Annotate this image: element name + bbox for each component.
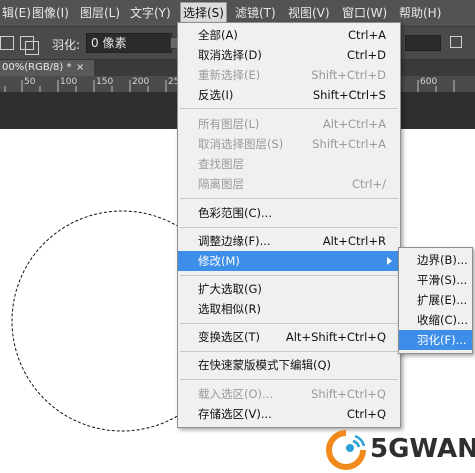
- document-tab[interactable]: 00%(RGB/8) * ×: [0, 60, 94, 76]
- ruler-label: 200: [132, 77, 150, 87]
- menu-item-find-layers[interactable]: 查找图层: [178, 154, 400, 174]
- menu-item-shortcut: Shift+Ctrl+A: [312, 137, 386, 151]
- menu-item-inverse[interactable]: 反选(I) Shift+Ctrl+S: [178, 85, 400, 105]
- menu-item-label: 取消选择图层(S): [198, 137, 284, 151]
- menu-item-shortcut: Alt+Shift+Ctrl+Q: [285, 330, 386, 344]
- submenu-item-contract[interactable]: 收缩(C)...: [399, 310, 472, 330]
- menu-item-label: 隔离图层: [198, 177, 244, 191]
- menu-view[interactable]: 视图(V): [286, 4, 332, 22]
- menu-item-label: 选取相似(R): [198, 302, 261, 316]
- menu-item-deselect-layers[interactable]: 取消选择图层(S) Shift+Ctrl+A: [178, 134, 400, 154]
- menu-item-label: 存储选区(V)...: [198, 407, 272, 421]
- menu-item-label: 修改(M): [198, 254, 240, 268]
- close-tab-icon[interactable]: ×: [76, 60, 84, 76]
- menu-image[interactable]: 图像(I): [30, 4, 71, 22]
- menu-item-shortcut: Ctrl+Q: [346, 407, 386, 421]
- menu-item-shortcut: Ctrl+D: [347, 48, 386, 62]
- menu-item-transform-selection[interactable]: 变换选区(T) Alt+Shift+Ctrl+Q: [178, 327, 400, 347]
- feather-label: 羽化:: [52, 38, 81, 52]
- menu-item-modify[interactable]: 修改(M): [178, 251, 400, 271]
- ruler-label: 100: [60, 77, 78, 87]
- menu-edit[interactable]: 辑(E): [0, 4, 33, 22]
- menu-item-label: 反选(I): [198, 88, 234, 102]
- menu-separator: [180, 379, 398, 380]
- submenu-item-border[interactable]: 边界(B)...: [399, 250, 472, 270]
- menu-item-shortcut: Shift+Ctrl+Q: [311, 387, 386, 401]
- modify-submenu: 边界(B)... 平滑(S)... 扩展(E)... 收缩(C)... 羽化(F…: [398, 247, 473, 354]
- menu-window[interactable]: 窗口(W): [340, 4, 389, 22]
- menu-item-label: 重新选择(E): [198, 68, 261, 82]
- menu-item-shortcut: Alt+Ctrl+R: [322, 234, 386, 248]
- menu-separator: [180, 351, 398, 352]
- submenu-item-label: 羽化(F)...: [417, 333, 467, 347]
- menu-item-label: 调整边缘(F)...: [198, 234, 271, 248]
- menu-separator: [180, 323, 398, 324]
- menu-item-color-range[interactable]: 色彩范围(C)...: [178, 203, 400, 223]
- menu-item-quick-mask[interactable]: 在快速蒙版模式下编辑(Q): [178, 355, 400, 375]
- menu-item-shortcut: Shift+Ctrl+D: [311, 68, 386, 82]
- menu-separator: [180, 198, 398, 199]
- swap-icon[interactable]: [450, 36, 462, 48]
- menu-item-select-all[interactable]: 全部(A) Ctrl+A: [178, 25, 400, 45]
- width-field[interactable]: [405, 35, 441, 51]
- menu-filter[interactable]: 滤镜(T): [233, 4, 278, 22]
- submenu-item-label: 边界(B)...: [417, 253, 468, 267]
- ruler-label: 50: [24, 77, 36, 87]
- menu-item-label: 查找图层: [198, 157, 244, 171]
- menu-item-grow[interactable]: 扩大选取(G): [178, 279, 400, 299]
- menu-item-similar[interactable]: 选取相似(R): [178, 299, 400, 319]
- watermark-logo: 5GWAN: [326, 428, 475, 472]
- menu-item-shortcut: Shift+Ctrl+S: [312, 88, 386, 102]
- logo-icon: [326, 430, 366, 470]
- menu-item-refine-edge[interactable]: 调整边缘(F)... Alt+Ctrl+R: [178, 231, 400, 251]
- menu-item-reselect[interactable]: 重新选择(E) Shift+Ctrl+D: [178, 65, 400, 85]
- select-menu-dropdown: 全部(A) Ctrl+A 取消选择(D) Ctrl+D 重新选择(E) Shif…: [177, 22, 401, 428]
- submenu-item-expand[interactable]: 扩展(E)...: [399, 290, 472, 310]
- menu-item-all-layers[interactable]: 所有图层(L) Alt+Ctrl+A: [178, 114, 400, 134]
- menu-item-label: 载入选区(O)...: [198, 387, 273, 401]
- submenu-item-feather[interactable]: 羽化(F)...: [399, 330, 472, 350]
- add-to-selection-icon-overlay: [25, 41, 39, 55]
- ruler-label: 600: [420, 77, 438, 87]
- menu-select[interactable]: 选择(S): [180, 2, 227, 24]
- menu-layer[interactable]: 图层(L): [78, 4, 122, 22]
- submenu-arrow-icon: [387, 257, 392, 265]
- menu-type[interactable]: 文字(Y): [128, 4, 173, 22]
- menu-item-load-selection[interactable]: 载入选区(O)... Shift+Ctrl+Q: [178, 384, 400, 404]
- menu-separator: [180, 275, 398, 276]
- menu-item-shortcut: Ctrl+/: [352, 177, 386, 191]
- selection-mode-icon[interactable]: [0, 36, 14, 50]
- watermark-text: 5GWAN: [370, 434, 475, 464]
- ruler-label: 150: [96, 77, 114, 87]
- menu-item-shortcut: Ctrl+A: [348, 28, 386, 42]
- menu-item-label: 全部(A): [198, 28, 238, 42]
- menu-item-isolate-layers[interactable]: 隔离图层 Ctrl+/: [178, 174, 400, 194]
- menu-item-label: 扩大选取(G): [198, 282, 262, 296]
- menu-help[interactable]: 帮助(H): [397, 4, 443, 22]
- menu-item-deselect[interactable]: 取消选择(D) Ctrl+D: [178, 45, 400, 65]
- submenu-item-label: 收缩(C)...: [417, 313, 468, 327]
- submenu-item-label: 平滑(S)...: [417, 273, 468, 287]
- menu-item-label: 取消选择(D): [198, 48, 262, 62]
- menu-item-label: 色彩范围(C)...: [198, 206, 272, 220]
- submenu-item-smooth[interactable]: 平滑(S)...: [399, 270, 472, 290]
- submenu-item-label: 扩展(E)...: [417, 293, 468, 307]
- menu-separator: [180, 227, 398, 228]
- menu-separator: [180, 108, 398, 109]
- menu-item-label: 所有图层(L): [198, 117, 260, 131]
- document-tab-label: 00%(RGB/8) *: [2, 62, 72, 73]
- menu-item-label: 在快速蒙版模式下编辑(Q): [198, 358, 332, 372]
- menu-item-save-selection[interactable]: 存储选区(V)... Ctrl+Q: [178, 404, 400, 424]
- menu-item-label: 变换选区(T): [198, 330, 260, 344]
- feather-input[interactable]: 0 像素: [86, 33, 172, 53]
- menu-item-shortcut: Alt+Ctrl+A: [322, 117, 386, 131]
